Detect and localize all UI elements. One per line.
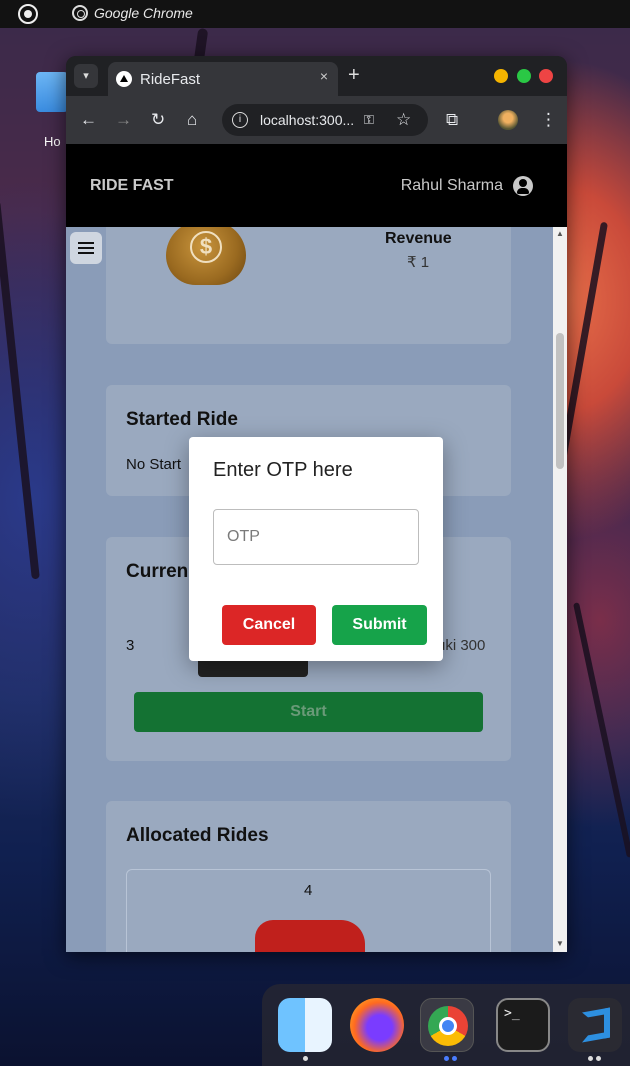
app-navbar: RIDE FAST Rahul Sharma: [66, 144, 567, 227]
start-ride-button[interactable]: Start: [134, 692, 483, 732]
close-window-button[interactable]: [539, 69, 553, 83]
current-ride-car: uki 300: [437, 637, 486, 654]
revenue-card: $ Revenue ₹ 1: [106, 227, 511, 344]
tab-search-icon[interactable]: ▾: [74, 64, 98, 88]
modal-title: Enter OTP here: [213, 459, 353, 481]
back-icon[interactable]: ←: [80, 110, 97, 130]
current-ride-id: 3: [126, 637, 135, 654]
revenue-label: Revenue: [385, 230, 452, 247]
brand-logo[interactable]: RIDE FAST: [90, 177, 174, 195]
otp-input[interactable]: [213, 509, 419, 565]
otp-modal: Enter OTP here Cancel Submit: [189, 437, 443, 661]
allocated-ride-item[interactable]: 4: [126, 869, 491, 952]
vscode-icon[interactable]: [568, 998, 622, 1052]
car-image: [255, 920, 365, 952]
url-text: localhost:300...: [260, 112, 355, 128]
home-folder-label: Ho: [44, 134, 61, 149]
new-tab-button[interactable]: +: [348, 64, 360, 87]
menu-hamburger-icon[interactable]: [70, 232, 102, 264]
current-ride-title: Curren: [126, 561, 189, 582]
allocated-rides-card: Allocated Rides 4: [106, 801, 511, 952]
scroll-down-icon[interactable]: ▼: [556, 939, 564, 948]
site-info-icon[interactable]: i: [232, 112, 248, 128]
submit-button[interactable]: Submit: [332, 605, 427, 645]
browser-toolbar: ← → ↻ ⌂ i localhost:300... ⚿ ☆ ⧉ ⋮: [66, 96, 567, 144]
maximize-button[interactable]: [517, 69, 531, 83]
allocated-rides-title: Allocated Rides: [126, 825, 269, 846]
revenue-value: ₹ 1: [407, 254, 430, 271]
firefox-icon[interactable]: [350, 998, 404, 1052]
activities-icon[interactable]: [18, 4, 38, 24]
user-account-icon: [513, 176, 533, 196]
allocated-ride-id: 4: [304, 882, 313, 899]
user-name: Rahul Sharma: [400, 177, 503, 194]
forward-icon[interactable]: →: [115, 110, 132, 130]
tab-close-icon[interactable]: ×: [320, 68, 328, 84]
extensions-icon[interactable]: ⧉: [446, 110, 458, 130]
password-key-icon[interactable]: ⚿: [364, 112, 374, 128]
profile-avatar[interactable]: [498, 110, 518, 130]
home-folder-icon[interactable]: [36, 72, 68, 116]
minimize-button[interactable]: [494, 69, 508, 83]
scroll-thumb[interactable]: [556, 333, 564, 469]
tab-strip: ▾ RideFast × +: [66, 56, 567, 96]
bookmark-star-icon[interactable]: ☆: [396, 110, 411, 130]
reload-icon[interactable]: ↻: [151, 110, 165, 130]
chrome-icon: [72, 5, 88, 21]
finder-icon[interactable]: [278, 998, 332, 1052]
chrome-icon[interactable]: [420, 998, 474, 1052]
favicon-icon: [116, 71, 132, 87]
scroll-up-icon[interactable]: ▲: [556, 229, 564, 238]
menu-kebab-icon[interactable]: ⋮: [540, 110, 557, 130]
system-top-bar: Google Chrome: [0, 0, 630, 28]
terminal-icon[interactable]: >_: [496, 998, 550, 1052]
user-menu[interactable]: Rahul Sharma: [401, 176, 533, 196]
page-scrollbar[interactable]: ▲ ▼: [553, 227, 567, 952]
cancel-button[interactable]: Cancel: [222, 605, 316, 645]
active-app-indicator[interactable]: Google Chrome: [72, 5, 193, 21]
tab-ridefast[interactable]: RideFast ×: [108, 62, 338, 96]
money-bag-icon: $: [166, 227, 246, 285]
tab-title: RideFast: [140, 70, 201, 88]
active-app-name: Google Chrome: [94, 5, 193, 21]
started-ride-status: No Start: [126, 456, 182, 473]
dock: >_: [262, 984, 630, 1066]
home-icon[interactable]: ⌂: [187, 110, 197, 130]
started-ride-title: Started Ride: [126, 409, 238, 430]
